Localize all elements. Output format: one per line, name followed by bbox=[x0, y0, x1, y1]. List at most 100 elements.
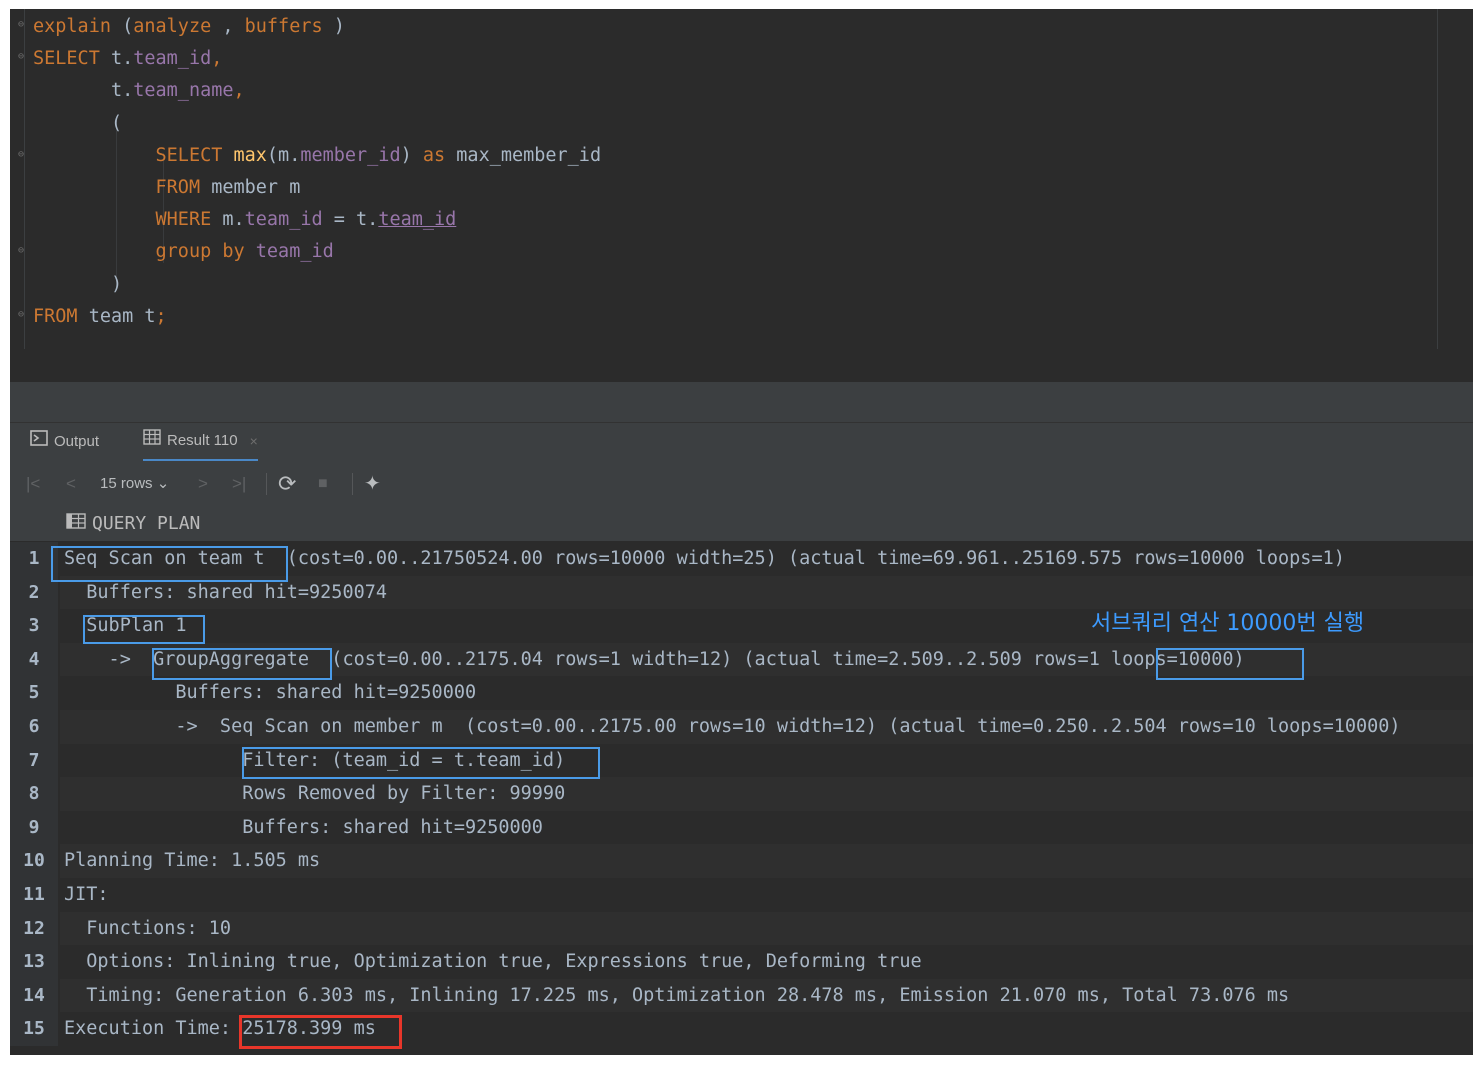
next-page-icon[interactable]: > bbox=[198, 461, 208, 507]
row-number: 8 bbox=[10, 777, 58, 811]
table-row[interactable]: 6 -> Seq Scan on member m (cost=0.00..21… bbox=[10, 710, 1473, 744]
column-table-icon bbox=[66, 507, 86, 541]
row-number: 2 bbox=[10, 575, 58, 610]
row-number: 11 bbox=[10, 878, 58, 912]
query-plan-cell[interactable]: Options: Inlining true, Optimization tru… bbox=[60, 945, 1473, 979]
fold-end-icon[interactable]: ⊖ bbox=[18, 245, 28, 257]
code-token: , bbox=[211, 16, 245, 37]
code-token: group by bbox=[155, 241, 245, 263]
code-token: max bbox=[233, 144, 267, 166]
stop-icon[interactable]: ■ bbox=[318, 461, 328, 507]
fold-marker-icon[interactable]: ⊖ bbox=[18, 149, 28, 161]
code-line: SELECT t.team_id, bbox=[33, 43, 222, 75]
table-row[interactable]: 15 Execution Time: 25178.399 ms bbox=[10, 1012, 1473, 1046]
code-token: team_name bbox=[133, 80, 234, 102]
code-line: ) bbox=[33, 269, 122, 301]
toolbar-divider bbox=[352, 473, 353, 495]
query-plan-cell[interactable]: Filter: (team_id = t.team_id) bbox=[60, 743, 1473, 778]
result-tabs: Output Result 110 × bbox=[10, 422, 1473, 462]
query-plan-cell[interactable]: -> Seq Scan on member m (cost=0.00..2175… bbox=[60, 710, 1473, 744]
grid-header: QUERY PLAN bbox=[10, 507, 1473, 541]
code-token: m. bbox=[211, 209, 245, 231]
table-row[interactable]: 9 Buffers: shared hit=9250000 bbox=[10, 810, 1473, 845]
code-token: ; bbox=[155, 305, 167, 327]
rows-count-dropdown[interactable]: 15 rows ⌄ bbox=[100, 461, 169, 507]
query-plan-cell[interactable]: Buffers: shared hit=9250000 bbox=[60, 810, 1473, 845]
code-token: SELECT bbox=[155, 144, 223, 166]
annotation-label: 서브쿼리 연산 10000번 실행 bbox=[1091, 611, 1365, 636]
query-plan-cell[interactable]: Buffers: shared hit=9250000 bbox=[60, 676, 1473, 710]
code-token: max_member_id bbox=[445, 144, 602, 166]
code-token: team_id bbox=[378, 209, 457, 231]
code-token: ( bbox=[110, 16, 134, 37]
code-token: WHERE bbox=[155, 209, 212, 231]
chevron-down-icon: ⌄ bbox=[156, 475, 170, 492]
query-plan-cell[interactable]: Rows Removed by Filter: 99990 bbox=[60, 777, 1473, 811]
code-line: FROM member m bbox=[33, 172, 301, 204]
row-number: 6 bbox=[10, 710, 58, 744]
code-token: as bbox=[422, 144, 446, 166]
row-number: 7 bbox=[10, 743, 58, 778]
table-row[interactable]: 5 Buffers: shared hit=9250000 bbox=[10, 676, 1473, 710]
sql-editor[interactable]: explain (analyze , buffers ) SELECT t.tea… bbox=[10, 9, 1473, 349]
row-number: 14 bbox=[10, 978, 58, 1013]
code-line: t.team_name, bbox=[33, 75, 245, 107]
fold-marker-icon[interactable]: ⊖ bbox=[18, 19, 28, 31]
close-icon[interactable]: × bbox=[250, 422, 258, 460]
code-token: member_id bbox=[300, 144, 401, 166]
code-line: FROM team t; bbox=[33, 301, 167, 333]
table-row[interactable]: 11 JIT: bbox=[10, 878, 1473, 912]
rows-count-label: 15 rows bbox=[100, 475, 153, 492]
code-token: ) bbox=[322, 16, 345, 37]
code-line: SELECT max(m.member_id) as max_member_id bbox=[33, 140, 602, 172]
code-token: member m bbox=[200, 177, 301, 198]
first-page-icon[interactable]: |< bbox=[26, 461, 40, 507]
fold-marker-icon[interactable]: ⊖ bbox=[18, 51, 28, 63]
pin-icon[interactable]: ✦ bbox=[364, 461, 381, 507]
output-console-icon bbox=[30, 423, 48, 461]
code-token: , bbox=[233, 80, 245, 102]
fold-end-icon[interactable]: ⊖ bbox=[18, 309, 28, 321]
query-plan-cell[interactable]: Execution Time: 25178.399 ms bbox=[60, 1012, 1473, 1046]
table-row[interactable]: 14 Timing: Generation 6.303 ms, Inlining… bbox=[10, 978, 1473, 1013]
query-plan-cell[interactable]: Timing: Generation 6.303 ms, Inlining 17… bbox=[60, 978, 1473, 1013]
tab-result[interactable]: Result 110 × bbox=[143, 423, 258, 461]
code-line: ( bbox=[33, 108, 122, 140]
code-token: buffers bbox=[244, 16, 323, 37]
column-header-query-plan[interactable]: QUERY PLAN bbox=[66, 507, 200, 541]
table-row[interactable]: 7 Filter: (team_id = t.team_id) bbox=[10, 743, 1473, 778]
table-row[interactable]: 8 Rows Removed by Filter: 99990 bbox=[10, 777, 1473, 811]
code-token: FROM bbox=[155, 177, 201, 198]
row-number: 12 bbox=[10, 911, 58, 946]
row-number: 10 bbox=[10, 844, 58, 878]
query-plan-cell[interactable]: Functions: 10 bbox=[60, 911, 1473, 946]
query-plan-cell[interactable]: -> GroupAggregate (cost=0.00..2175.04 ro… bbox=[60, 642, 1473, 677]
query-plan-cell[interactable]: Planning Time: 1.505 ms bbox=[60, 844, 1473, 878]
code-token: explain bbox=[33, 16, 111, 37]
code-token: ) bbox=[33, 273, 123, 295]
table-row[interactable]: 1 Seq Scan on team t (cost=0.00..21750524… bbox=[10, 542, 1473, 576]
tab-output-label: Output bbox=[54, 433, 100, 450]
result-toolbar: |< < 15 rows ⌄ > >| ⟳ ■ ✦ bbox=[10, 461, 1473, 507]
table-row[interactable]: 4 -> GroupAggregate (cost=0.00..2175.04 … bbox=[10, 642, 1473, 677]
code-token: team_id bbox=[244, 209, 323, 231]
panel-splitter[interactable] bbox=[10, 382, 1473, 422]
prev-page-icon[interactable]: < bbox=[66, 461, 76, 507]
tab-output[interactable]: Output bbox=[30, 423, 99, 461]
code-line: WHERE m.team_id = t.team_id bbox=[33, 204, 457, 236]
row-number: 15 bbox=[10, 1012, 58, 1046]
query-plan-cell[interactable]: Seq Scan on team t (cost=0.00..21750524.… bbox=[60, 542, 1473, 576]
code-token: t. bbox=[99, 48, 134, 70]
row-number: 5 bbox=[10, 676, 58, 710]
query-plan-cell[interactable]: JIT: bbox=[60, 878, 1473, 912]
table-row[interactable]: 10 Planning Time: 1.505 ms bbox=[10, 844, 1473, 878]
code-token: (m. bbox=[266, 144, 301, 166]
refresh-icon[interactable]: ⟳ bbox=[278, 461, 296, 507]
code-token: = t. bbox=[322, 209, 379, 231]
result-grid[interactable]: QUERY PLAN 1 Seq Scan on team t (cost=0.0… bbox=[10, 507, 1473, 1055]
last-page-icon[interactable]: >| bbox=[232, 461, 246, 507]
table-row[interactable]: 12 Functions: 10 bbox=[10, 911, 1473, 946]
table-row[interactable]: 13 Options: Inlining true, Optimization … bbox=[10, 945, 1473, 979]
